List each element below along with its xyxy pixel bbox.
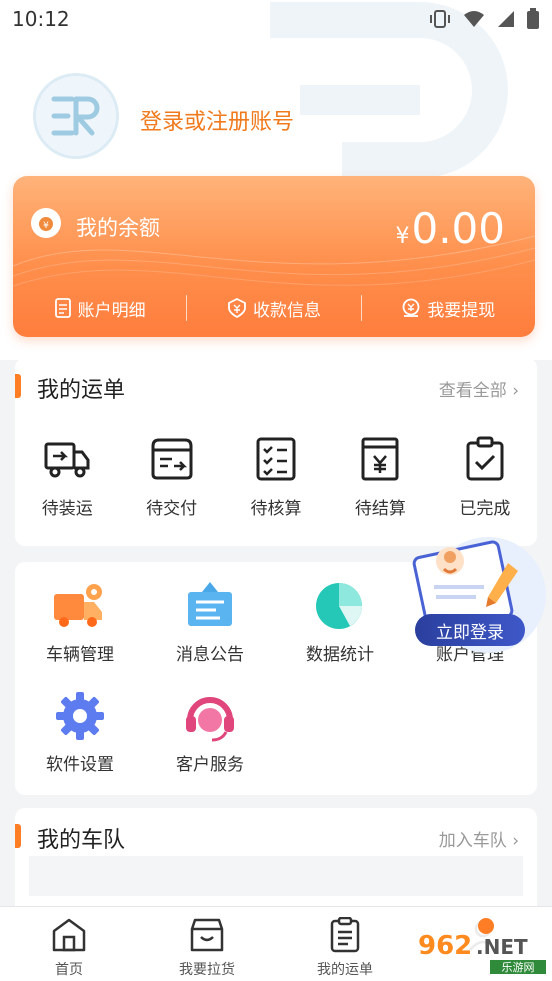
pie-chart-icon — [316, 583, 362, 629]
withdraw-icon — [402, 298, 420, 317]
accent-bar — [15, 824, 21, 848]
balance-value: 0.00 — [411, 204, 505, 253]
accent-bar — [15, 374, 21, 398]
wifi-icon — [464, 11, 484, 27]
withdraw-label: 我要提现 — [427, 300, 496, 321]
account-details-label: 账户明细 — [77, 300, 146, 321]
order-status-pending-accounting[interactable]: 待核算 — [224, 436, 328, 519]
signal-icon — [498, 11, 514, 27]
balance-card: ¥ 我的余额 ¥ 0.00 账户明细 收款信息 我要提现 — [13, 176, 535, 337]
svg-text:乐游网: 乐游网 — [502, 961, 535, 974]
order-status-label: 待结算 — [354, 499, 406, 519]
order-status-pending-shipment[interactable]: 待装运 — [15, 436, 119, 519]
fleet-panel: 我的车队 加入车队 › — [15, 808, 537, 918]
tab-waybill[interactable]: 我的运单 — [276, 907, 414, 981]
view-all-label: 查看全部 — [438, 381, 507, 401]
headset-icon — [186, 697, 234, 742]
svg-text:¥: ¥ — [43, 221, 49, 231]
orders-header: 我的运单 查看全部 › — [15, 358, 537, 414]
statistics-button[interactable]: 数据统计 — [275, 580, 405, 665]
tab-label: 我要拉货 — [179, 962, 235, 978]
truck-icon — [44, 442, 90, 478]
withdraw-button[interactable]: 我要提现 — [362, 296, 535, 321]
er-logo-icon — [51, 96, 100, 136]
balance-actions: 账户明细 收款信息 我要提现 — [13, 288, 535, 328]
orders-panel: 我的运单 查看全部 › 待装运 待交付 待核算 待结算 已完成 — [15, 358, 537, 546]
clipboard-check-icon — [466, 436, 504, 481]
status-time: 10:12 — [12, 7, 70, 31]
order-status-pending-settlement[interactable]: 待结算 — [328, 436, 432, 519]
account-details-button[interactable]: 账户明细 — [13, 296, 186, 321]
service-label: 车辆管理 — [46, 645, 114, 665]
watermark-logo-text: 962 — [418, 931, 472, 961]
service-label: 消息公告 — [176, 645, 244, 665]
view-all-link[interactable]: 查看全部 › — [439, 376, 519, 401]
chevron-right-icon: › — [512, 381, 519, 401]
notice-board-icon — [188, 582, 232, 626]
service-label: 软件设置 — [46, 755, 114, 775]
header-area: 10:12 登录或注册账号 ¥ 我的余额 ¥ 0.00 账户明细 收款信息 我要… — [0, 0, 552, 360]
order-status-label: 待交付 — [146, 499, 198, 519]
balance-amount: ¥ 0.00 — [395, 204, 505, 253]
vehicle-gear-icon — [54, 584, 102, 627]
notice-button[interactable]: 消息公告 — [145, 580, 275, 665]
avatar[interactable] — [33, 73, 119, 159]
order-status-label: 待装运 — [41, 499, 93, 519]
receipt-icon — [54, 298, 71, 318]
payment-info-label: 收款信息 — [252, 300, 321, 321]
order-status-pending-delivery[interactable]: 待交付 — [119, 436, 223, 519]
orders-status-row: 待装运 待交付 待核算 待结算 已完成 — [15, 436, 537, 519]
login-register-link[interactable]: 登录或注册账号 — [140, 104, 294, 136]
payment-info-button[interactable]: 收款信息 — [187, 296, 360, 321]
battery-icon — [527, 8, 539, 29]
login-now-button[interactable]: 立即登录 — [415, 614, 525, 646]
service-label: 数据统计 — [306, 645, 374, 665]
settings-gear-icon — [56, 692, 104, 740]
status-icons — [428, 8, 540, 30]
yen-document-icon — [361, 437, 399, 481]
waybill-icon — [330, 917, 360, 953]
tab-home[interactable]: 首页 — [0, 907, 138, 981]
vehicle-management-button[interactable]: 车辆管理 — [15, 580, 145, 665]
home-icon — [52, 918, 86, 952]
tab-label: 首页 — [55, 962, 83, 978]
customer-service-button[interactable]: 客户服务 — [145, 690, 275, 775]
balance-title: 我的余额 — [76, 216, 160, 240]
currency-symbol: ¥ — [395, 224, 410, 249]
fleet-content-area — [29, 856, 523, 896]
order-status-label: 待核算 — [250, 499, 302, 519]
svg-text:.NET: .NET — [476, 935, 528, 959]
status-bar: 10:12 — [0, 0, 552, 38]
chevron-right-icon: › — [512, 831, 519, 851]
service-label: 客户服务 — [176, 755, 244, 775]
money-bag-icon: ¥ — [31, 208, 61, 238]
join-fleet-label: 加入车队 — [438, 831, 507, 851]
vibrate-icon — [430, 10, 450, 28]
join-fleet-link[interactable]: 加入车队 › — [439, 826, 519, 851]
tab-cargo[interactable]: 我要拉货 — [138, 907, 276, 981]
order-status-label: 已完成 — [459, 499, 511, 519]
checklist-icon — [256, 437, 296, 481]
fleet-title: 我的车队 — [37, 828, 126, 853]
order-status-completed[interactable]: 已完成 — [433, 436, 537, 519]
delivery-box-icon — [151, 438, 193, 480]
tab-label: 我的运单 — [317, 962, 373, 978]
yen-shield-icon — [228, 298, 246, 318]
software-settings-button[interactable]: 软件设置 — [15, 690, 145, 775]
orders-title: 我的运单 — [37, 378, 126, 403]
cargo-box-icon — [190, 918, 224, 952]
site-watermark-logo: 962 .NET 乐游网 — [414, 918, 548, 976]
